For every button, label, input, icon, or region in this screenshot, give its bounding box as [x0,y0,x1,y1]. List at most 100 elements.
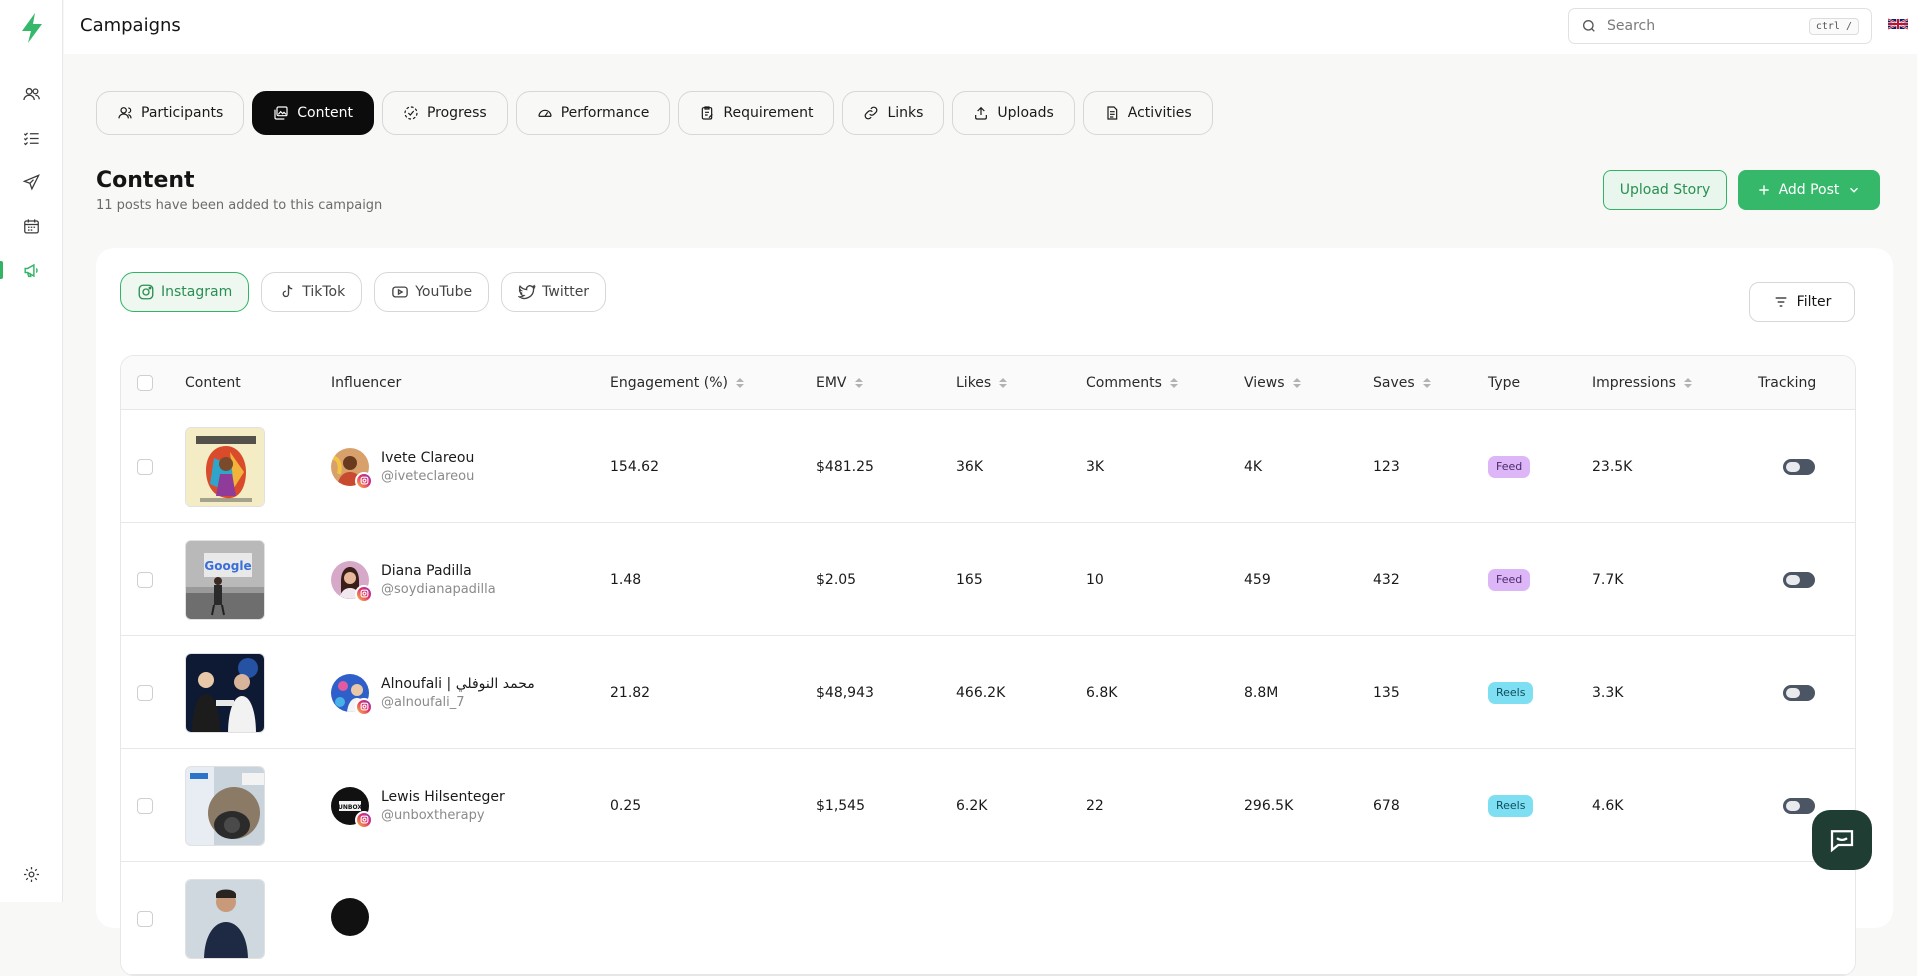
sidebar-item-campaigns[interactable] [0,252,63,288]
influencer-avatar[interactable] [331,673,373,716]
influencer-name: Lewis Hilsenteger [381,788,505,805]
sidebar-item-users[interactable] [0,76,63,112]
platform-twitter[interactable]: Twitter [501,272,607,312]
sort-icon[interactable] [1683,378,1692,388]
tab-performance[interactable]: Performance [515,91,671,135]
col-content: Content [185,375,241,391]
col-comments[interactable]: Comments [1086,356,1178,410]
table-header: Content Influencer Engagement (%) EMV Li… [121,356,1855,410]
upload-icon [975,106,988,120]
gallery-icon [274,106,288,120]
likes-value: 466.2K [956,684,1006,701]
table-row[interactable]: Ivete Clareou @iveteclareou 154.62 $481.… [121,410,1855,523]
influencer-cell[interactable]: Diana Padilla @soydianapadilla [331,523,496,636]
plus-icon [1758,185,1769,195]
post-thumbnail-image [186,653,264,732]
search-box[interactable]: Search ctrl / [1568,8,1872,44]
type-cell: Reels [1488,749,1534,862]
table-row[interactable]: UNBOX Lewis Hilsenteger @unboxtherapy 0.… [121,749,1855,862]
col-emv[interactable]: EMV [816,356,863,410]
sidebar-item-send[interactable] [0,164,63,200]
sort-icon[interactable] [1169,378,1178,388]
sort-icon[interactable] [1292,378,1301,388]
influencer-avatar[interactable]: UNBOX [331,786,373,829]
row-select[interactable] [137,862,153,975]
sort-icon[interactable] [854,378,863,388]
influencer-avatar[interactable] [331,447,373,490]
row-checkbox[interactable] [137,684,153,701]
tab-content[interactable]: Content [252,91,374,135]
tracking-toggle[interactable] [1783,458,1815,475]
influencer-avatar[interactable] [331,560,373,603]
filter-button[interactable]: Filter [1749,282,1855,322]
tab-requirement[interactable]: Requirement [678,91,835,135]
row-select[interactable] [137,523,153,636]
document-icon [1107,106,1118,120]
post-thumbnail[interactable] [185,652,265,733]
post-thumbnail[interactable] [185,426,265,507]
row-select[interactable] [137,636,153,749]
col-impressions[interactable]: Impressions [1592,356,1692,410]
row-checkbox[interactable] [137,910,153,927]
col-saves[interactable]: Saves [1373,356,1431,410]
engagement-value: 1.48 [610,571,642,588]
table-row[interactable] [121,862,1855,975]
tab-participants[interactable]: Participants [96,91,245,135]
row-select[interactable] [137,749,153,862]
post-thumbnail[interactable] [185,765,265,846]
tab-links[interactable]: Links [842,91,945,135]
content-table: Content Influencer Engagement (%) EMV Li… [120,355,1856,976]
platform-youtube[interactable]: YouTube [374,272,490,312]
col-likes[interactable]: Likes [956,356,1008,410]
row-select[interactable] [137,410,153,523]
content-cell[interactable] [185,862,265,975]
content-cell[interactable] [185,410,265,523]
tracking-toggle[interactable] [1783,684,1815,701]
col-engagement[interactable]: Engagement (%) [610,356,744,410]
comments-value: 6.8K [1086,684,1118,701]
select-all-checkbox[interactable] [137,375,153,391]
impressions-value: 7.7K [1592,571,1624,588]
tab-activities[interactable]: Activities [1082,91,1213,135]
sort-icon[interactable] [999,378,1008,388]
uk-flag-icon[interactable] [1888,17,1908,31]
sort-icon[interactable] [735,378,744,388]
influencer-name: Ivete Clareou [381,449,475,466]
post-thumbnail[interactable]: Google [185,539,265,620]
influencer-avatar[interactable] [331,898,369,936]
table-row[interactable]: Alnoufali | محمد النوفلي @alnoufali_7 21… [121,636,1855,749]
upload-story-button[interactable]: Upload Story [1603,170,1727,210]
help-chat-button[interactable] [1812,810,1872,870]
tab-uploads[interactable]: Uploads [952,91,1075,135]
sidebar-item-checklist[interactable] [0,120,63,156]
content-cell[interactable] [185,636,265,749]
type-badge: Reels [1488,681,1534,704]
tab-progress[interactable]: Progress [381,91,508,135]
sort-icon[interactable] [1422,378,1431,388]
likes-value: 165 [956,571,983,588]
add-post-button[interactable]: Add Post [1738,170,1880,210]
tracking-cell [1783,636,1815,749]
content-cell[interactable]: Google [185,523,265,636]
select-all[interactable] [137,356,153,410]
content-cell[interactable] [185,749,265,862]
platform-tiktok[interactable]: TikTok [261,272,363,312]
row-checkbox[interactable] [137,458,153,475]
post-thumbnail[interactable] [185,879,265,959]
sidebar-item-calendar[interactable] [0,208,63,244]
tracking-toggle[interactable] [1783,571,1815,588]
influencer-cell[interactable]: UNBOX Lewis Hilsenteger @unboxtherapy [331,749,505,862]
influencer-cell[interactable] [331,862,381,975]
sidebar-item-settings[interactable] [0,856,63,892]
post-thumbnail-image [186,766,264,845]
influencer-cell[interactable]: Alnoufali | محمد النوفلي @alnoufali_7 [331,636,535,749]
influencer-cell[interactable]: Ivete Clareou @iveteclareou [331,410,474,523]
bolt-logo-icon[interactable] [18,12,46,44]
row-checkbox[interactable] [137,797,153,814]
table-row[interactable]: Google Diana Padilla @soydianapadilla 1.… [121,523,1855,636]
row-checkbox[interactable] [137,571,153,588]
search-input[interactable]: Search [1607,18,1809,34]
tracking-toggle[interactable] [1783,797,1815,814]
platform-instagram[interactable]: Instagram [120,272,250,312]
col-views[interactable]: Views [1244,356,1301,410]
